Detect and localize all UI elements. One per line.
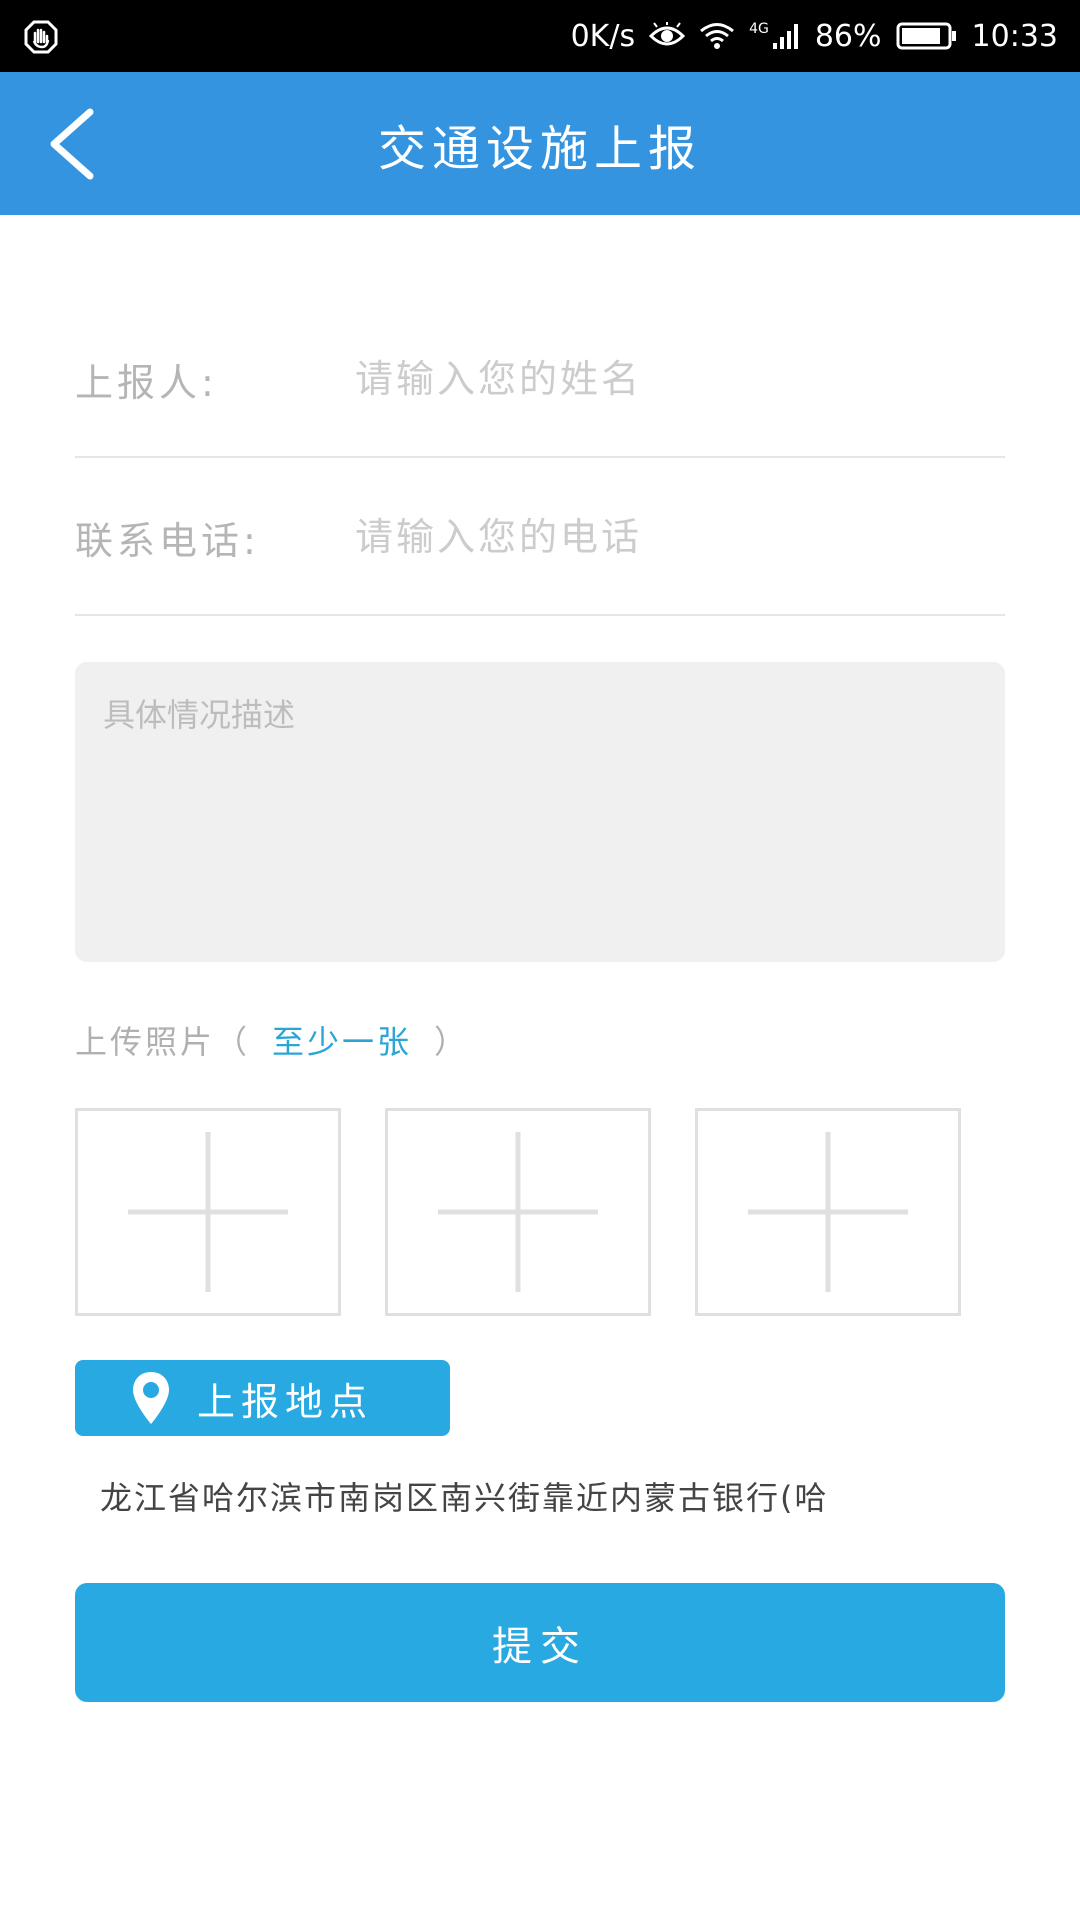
photo-slot-3[interactable]	[695, 1108, 961, 1316]
app-header: 交通设施上报	[0, 72, 1080, 215]
network-type: 4G	[749, 21, 769, 37]
upload-label-prefix: 上传照片（	[75, 1023, 251, 1061]
eye-icon	[649, 22, 686, 46]
location-address: 龙江省哈尔滨市南岗区南兴街靠近内蒙古银行(哈	[100, 1479, 829, 1517]
upload-min-hint: 至少一张	[272, 1023, 413, 1061]
reporter-name-row: 上报人:	[75, 300, 1005, 458]
description-textarea[interactable]	[75, 662, 1005, 962]
add-plus-icon	[748, 1132, 908, 1292]
page-title: 交通设施上报	[377, 120, 702, 177]
report-location-button[interactable]: 上报地点	[75, 1360, 450, 1436]
photo-slot-2[interactable]	[385, 1108, 651, 1316]
contact-phone-row: 联系电话:	[75, 458, 1005, 616]
status-bar: 0K/s 4G 86% 10:33	[0, 0, 1080, 72]
contact-phone-label: 联系电话:	[75, 518, 260, 563]
reporter-name-label: 上报人:	[75, 360, 218, 405]
wifi-icon	[700, 23, 735, 49]
add-plus-icon	[128, 1132, 288, 1292]
battery-percent: 86%	[814, 18, 882, 54]
photo-slot-1[interactable]	[75, 1108, 341, 1316]
submit-button[interactable]: 提交	[75, 1583, 1005, 1702]
network-speed: 0K/s	[570, 18, 636, 54]
clock-time: 10:33	[971, 18, 1058, 54]
contact-phone-input[interactable]	[355, 498, 995, 576]
battery-icon	[896, 22, 956, 50]
signal-icon: 4G	[749, 21, 801, 51]
upload-photo-label: 上传照片（ 至少一张 ）	[75, 1010, 469, 1070]
report-location-label: 上报地点	[197, 1379, 374, 1424]
upload-label-suffix: ）	[434, 1023, 470, 1061]
hand-icon	[24, 20, 58, 54]
add-plus-icon	[438, 1132, 598, 1292]
location-pin-icon	[133, 1372, 169, 1424]
reporter-name-input[interactable]	[355, 340, 995, 418]
